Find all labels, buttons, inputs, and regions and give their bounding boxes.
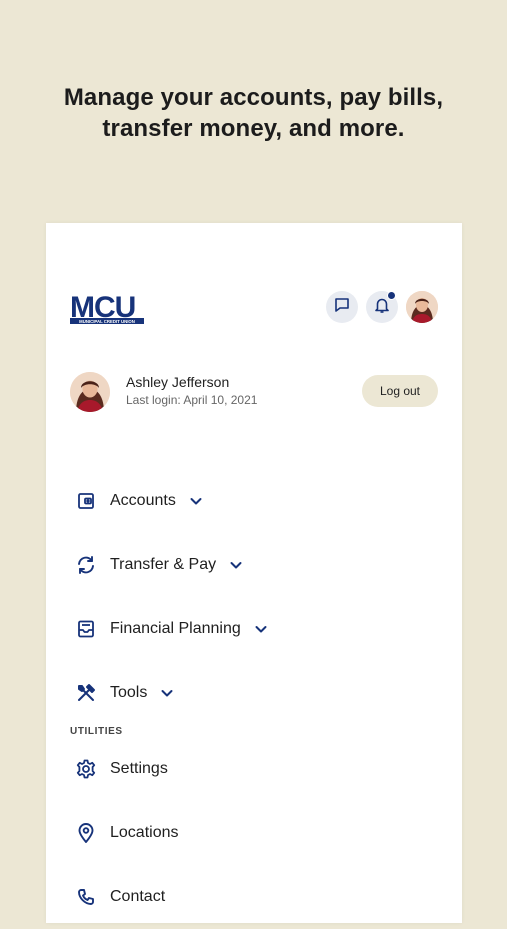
location-pin-icon bbox=[74, 821, 98, 845]
chevron-down-icon bbox=[253, 621, 269, 637]
nav-item-label: Transfer & Pay bbox=[110, 556, 217, 573]
chevron-down-icon bbox=[159, 685, 175, 701]
nav-item-settings[interactable]: Settings bbox=[74, 737, 438, 801]
nav-item-transfer-pay[interactable]: Transfer & Pay bbox=[74, 533, 438, 597]
headline-line-2: transfer money, and more. bbox=[102, 115, 405, 142]
mcu-logo[interactable]: MCU MUNICIPAL CREDIT UNION bbox=[70, 291, 145, 325]
menu-card: MCU MUNICIPAL CREDIT UNION Ashley Jeffer… bbox=[46, 223, 462, 923]
logo-subtext: MUNICIPAL CREDIT UNION bbox=[79, 319, 135, 324]
chevron-down-icon bbox=[188, 493, 204, 509]
nav-item-label: Locations bbox=[110, 824, 179, 841]
nav-item-locations[interactable]: Locations bbox=[74, 801, 438, 865]
utilities-nav: Settings Locations Contact bbox=[74, 737, 438, 929]
menu-header: MCU MUNICIPAL CREDIT UNION bbox=[70, 291, 438, 325]
phone-icon bbox=[74, 885, 98, 909]
utilities-section-label: UTILITIES bbox=[70, 726, 123, 737]
wallet-icon bbox=[74, 489, 98, 513]
headline-line-1: Manage your accounts, pay bills, bbox=[63, 84, 444, 111]
notification-dot bbox=[387, 291, 396, 300]
main-nav: Accounts Transfer & Pay Financial Planni… bbox=[74, 469, 438, 725]
nav-item-label: Tools bbox=[110, 684, 148, 701]
nav-item-contact[interactable]: Contact bbox=[74, 865, 438, 929]
logout-button[interactable]: Log out bbox=[362, 375, 438, 407]
notifications-button[interactable] bbox=[366, 291, 398, 323]
profile-summary: Ashley Jefferson Last login: April 10, 2… bbox=[70, 371, 438, 415]
header-actions bbox=[326, 291, 438, 323]
nav-item-accounts[interactable]: Accounts bbox=[74, 469, 438, 533]
chat-icon bbox=[333, 296, 351, 319]
nav-item-label: Financial Planning bbox=[110, 620, 241, 637]
nav-item-label: Accounts bbox=[110, 492, 176, 509]
tools-icon bbox=[74, 681, 98, 705]
nav-item-financial-planning[interactable]: Financial Planning bbox=[74, 597, 438, 661]
planning-icon bbox=[74, 617, 98, 641]
avatar bbox=[70, 372, 110, 412]
nav-item-label: Contact bbox=[110, 888, 166, 905]
nav-item-tools[interactable]: Tools bbox=[74, 661, 438, 725]
last-login-text: Last login: April 10, 2021 bbox=[126, 393, 258, 407]
nav-item-label: Settings bbox=[110, 760, 168, 777]
headline: Manage your accounts, pay bills, transfe… bbox=[0, 82, 507, 144]
messages-button[interactable] bbox=[326, 291, 358, 323]
gear-icon bbox=[74, 757, 98, 781]
profile-name: Ashley Jefferson bbox=[126, 374, 230, 390]
chevron-down-icon bbox=[228, 557, 244, 573]
transfer-icon bbox=[74, 553, 98, 577]
profile-avatar-button[interactable] bbox=[406, 291, 438, 323]
